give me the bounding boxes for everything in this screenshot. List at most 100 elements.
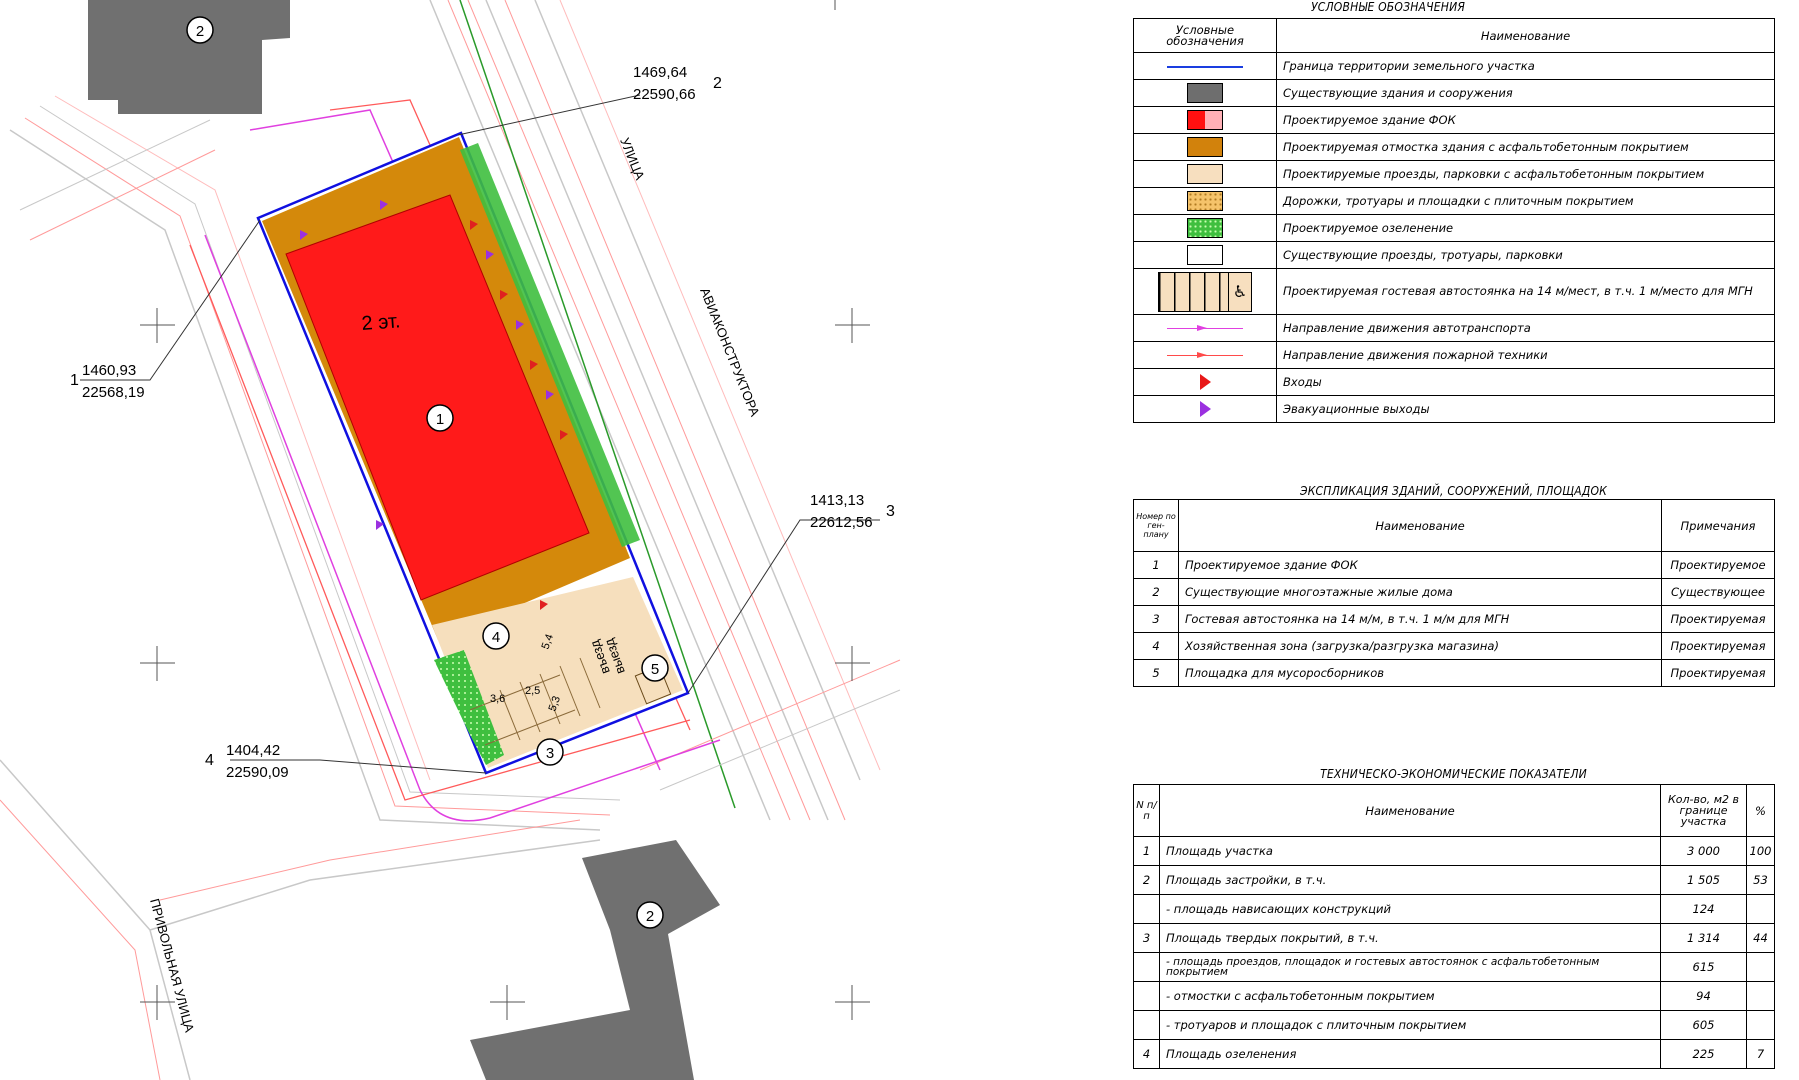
row-pct: 7 [1746,1039,1775,1069]
table-row: 3 Гостевая автостоянка на 14 м/м, в т.ч.… [1133,605,1775,633]
green-fill-icon [1187,218,1223,238]
existing-building-bottom [470,840,720,1080]
tep-col-no: N п/п [1133,784,1160,837]
svg-text:1469,64: 1469,64 [633,64,687,81]
orange-fill-icon [1187,137,1223,157]
svg-text:1404,42: 1404,42 [226,742,280,759]
gray-fill-icon [1187,83,1223,103]
row-qty: 94 [1660,981,1747,1011]
row-pct: 53 [1746,865,1775,895]
row-name: Хозяйственная зона (загрузка/разгрузка м… [1178,632,1662,660]
row-pct [1746,952,1775,982]
row-no [1133,981,1160,1011]
legend-item-label: Граница территории земельного участка [1276,52,1775,80]
svg-text:5: 5 [651,661,659,678]
table-row: - площадь нависающих конструкций 124 [1133,894,1775,924]
row-qty: 1 505 [1660,865,1747,895]
row-name: - площадь нависающих конструкций [1159,894,1661,924]
street-label-ulitsa: УЛИЦА [617,136,648,183]
svg-text:3: 3 [886,503,895,520]
row-qty: 124 [1660,894,1747,924]
tep-table: N п/п Наименование Кол-во, м2 в границе … [1133,784,1775,1069]
row-pct: 44 [1746,923,1775,953]
floors-label: 2 эт. [361,310,401,335]
row-qty: 3 000 [1660,836,1747,866]
row-name: - отмостки с асфальтобетонным покрытием [1159,981,1661,1011]
svg-text:22612,56: 22612,56 [810,514,873,531]
legend-item-label: Направление движения пожарной техники [1276,341,1775,369]
table-row: 3 Площадь твердых покрытий, в т.ч. 1 314… [1133,923,1775,953]
row-no: 2 [1133,578,1179,606]
tep-col-qty: Кол-во, м2 в границе участка [1660,784,1747,837]
explication-col-name: Наименование [1178,499,1662,552]
marker-building-1: 1 [426,404,454,432]
row-name: Гостевая автостоянка на 14 м/м, в т.ч. 1… [1178,605,1662,633]
svg-text:1460,93: 1460,93 [82,362,136,379]
row-no: 4 [1133,632,1179,660]
svg-text:4: 4 [205,752,214,769]
row-qty: 615 [1660,952,1747,982]
magenta-arrow-icon [1167,324,1243,331]
tep-title: ТЕХНИЧЕСКО-ЭКОНОМИЧЕСКИЕ ПОКАЗАТЕЛИ [1320,767,1587,781]
legend-item-label: Направление движения автотранспорта [1276,314,1775,342]
row-no: 2 [1133,865,1160,895]
row-note: Существующее [1661,578,1775,606]
table-row: 4 Хозяйственная зона (загрузка/разгрузка… [1133,632,1775,660]
row-note: Проектируемая [1661,632,1775,660]
corner-2-label: 1469,64 22590,66 2 [633,64,722,103]
row-pct: 100 [1746,836,1775,866]
corner-4-label: 4 1404,42 22590,09 [205,742,289,781]
legend-col-symbol: Условные обозначения [1133,18,1277,53]
row-name: - площадь проездов, площадок и гостевых … [1159,952,1661,982]
corner-1-label: 1 1460,93 22568,19 [70,362,145,401]
site-plan: 1469,64 22590,66 2 1 1460,93 22568,19 14… [0,0,901,1080]
explication-title: ЭКСПЛИКАЦИЯ ЗДАНИЙ, СООРУЖЕНИЙ, ПЛОЩАДОК [1299,484,1608,498]
white-fill-icon [1187,245,1223,265]
row-no: 5 [1133,659,1179,687]
legend-item-label: Проектируемое озеленение [1276,214,1775,242]
svg-text:1: 1 [436,411,444,428]
svg-text:2: 2 [196,23,204,40]
svg-text:1413,13: 1413,13 [810,492,864,509]
row-no [1133,952,1160,982]
street-label-aviakonstruktora: АВИАКОНСТРУКТОРА [697,286,762,419]
table-row: 2 Существующие многоэтажные жилые дома С… [1133,578,1775,606]
table-row: 4 Площадь озеленения 225 7 [1133,1039,1775,1069]
row-qty: 1 314 [1660,923,1747,953]
corner-3-label: 1413,13 22612,56 3 [810,492,895,531]
row-name: Существующие многоэтажные жилые дома [1178,578,1662,606]
table-row: - тротуаров и площадок с плиточным покры… [1133,1010,1775,1040]
row-no [1133,894,1160,924]
marker-parking-3: 3 [536,738,564,766]
explication-col-no: Номер по ген-плану [1133,499,1179,552]
row-qty: 225 [1660,1039,1747,1069]
legend-item-label: Проектируемые проезды, парковки с асфаль… [1276,160,1775,188]
entrance-icon [1199,374,1211,390]
existing-building-top [88,0,290,114]
row-no: 3 [1133,923,1160,953]
red-arrow-icon [1167,351,1243,358]
explication-col-note: Примечания [1661,499,1775,552]
marker-service-4: 4 [482,622,510,650]
parking-icon: ♿ [1158,271,1252,312]
row-name: Площадь участка [1159,836,1661,866]
row-no: 4 [1133,1039,1160,1069]
legend-table: Условные обозначения Наименование Границ… [1133,18,1775,423]
row-note: Проектируемое [1661,551,1775,579]
explication-table: Номер по ген-плану Наименование Примечан… [1133,499,1775,687]
legend-title: УСЛОВНЫЕ ОБОЗНАЧЕНИЯ [1310,0,1466,14]
legend-item-label: Дорожки, тротуары и площадки с плиточным… [1276,187,1775,215]
parking-dim-2: 2,5 [525,685,540,697]
table-row: 1 Площадь участка 3 000 100 [1133,836,1775,866]
row-name: Площадь твердых покрытий, в т.ч. [1159,923,1661,953]
row-name: Площадь застройки, в т.ч. [1159,865,1661,895]
row-no [1133,1010,1160,1040]
legend-col-name: Наименование [1276,18,1775,53]
legend-item-label: Существующие здания и сооружения [1276,79,1775,107]
svg-text:2: 2 [713,75,722,92]
row-qty: 605 [1660,1010,1747,1040]
row-name: Площадь озеленения [1159,1039,1661,1069]
row-pct [1746,981,1775,1011]
svg-text:22590,09: 22590,09 [226,764,289,781]
row-no: 1 [1133,836,1160,866]
